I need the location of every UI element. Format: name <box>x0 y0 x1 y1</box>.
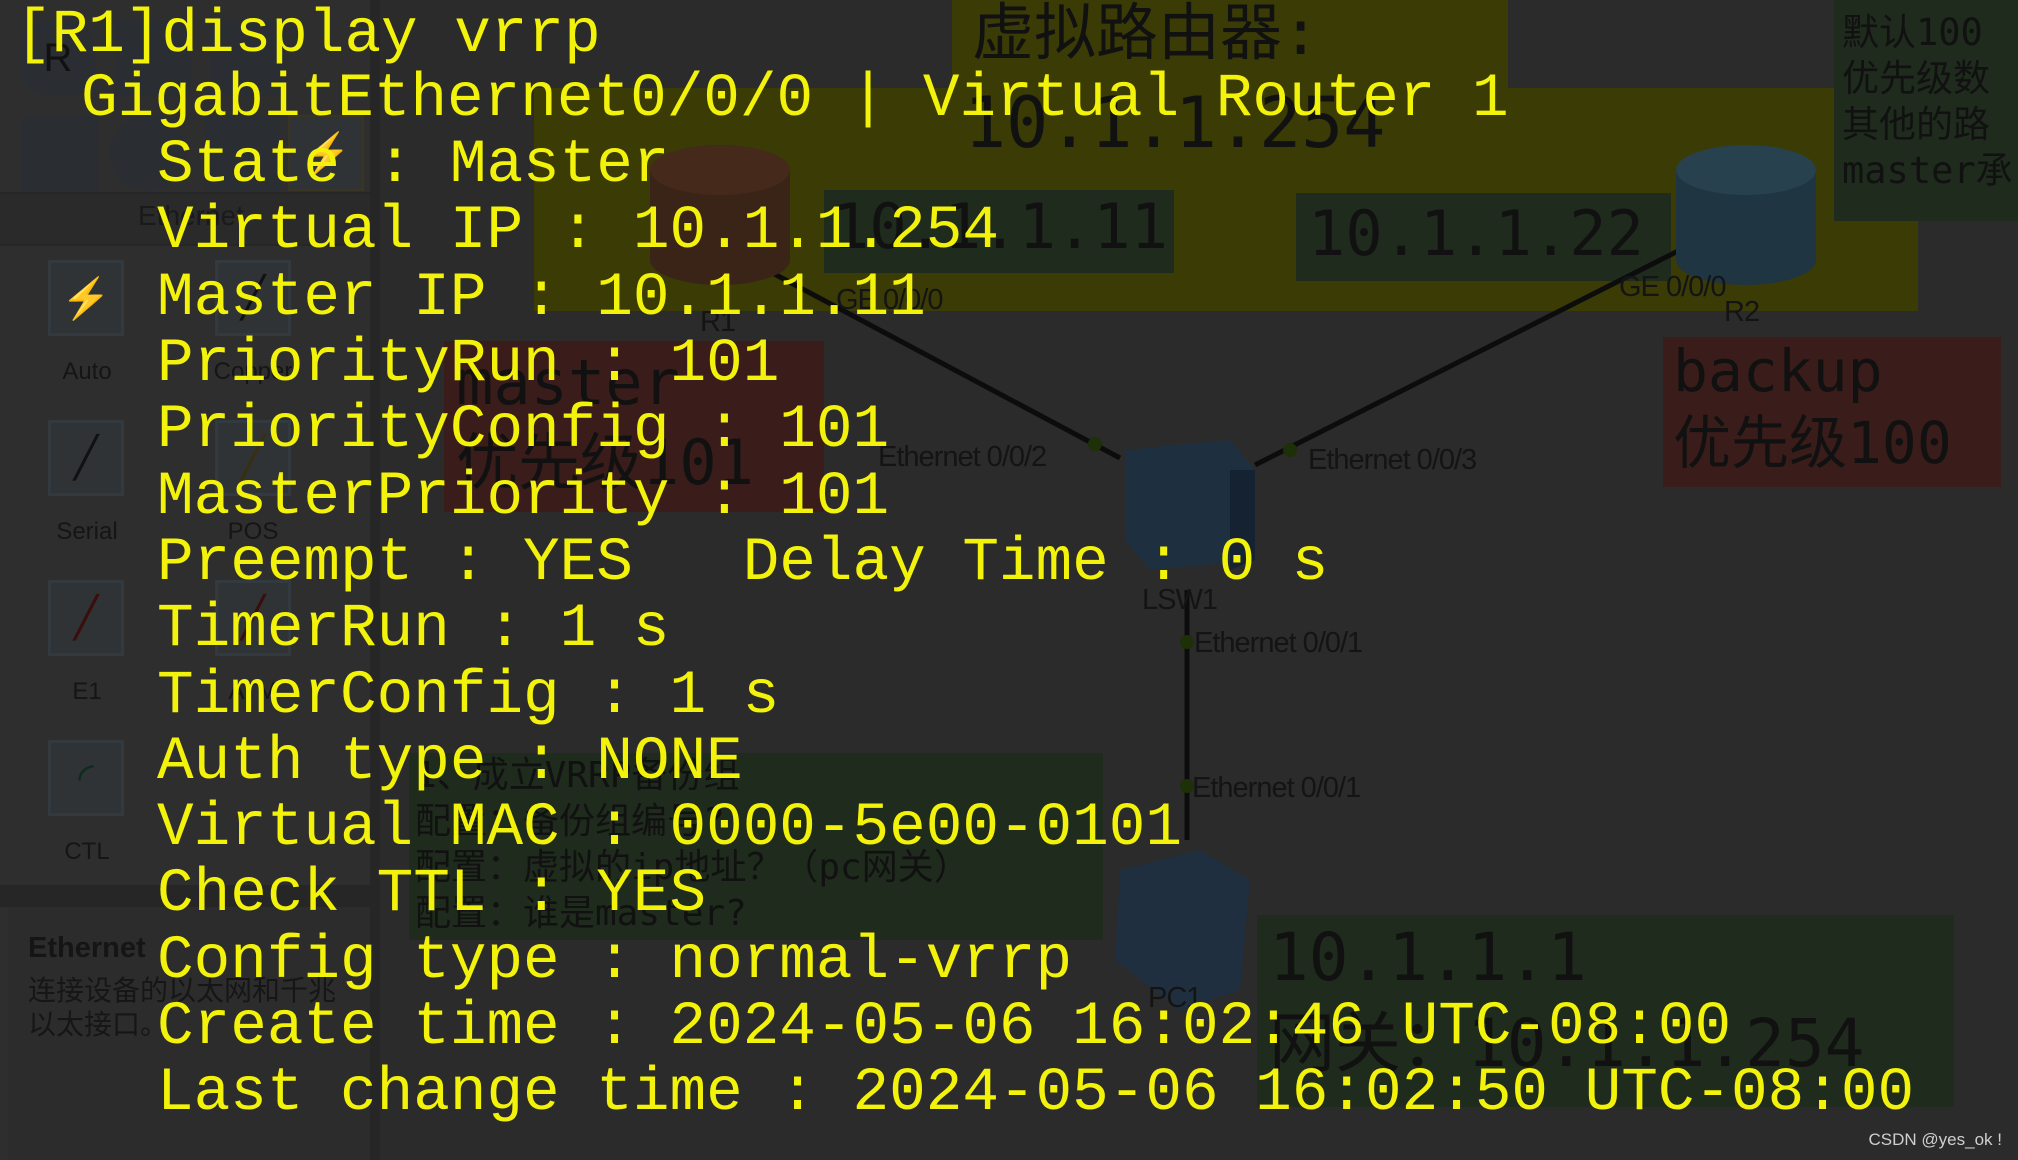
terminal-line-master-ip: Master IP : 10.1.1.11 <box>157 264 926 333</box>
terminal-line-timer-run: TimerRun : 1 s <box>157 595 670 664</box>
terminal-line-last-change-time: Last change time : 2024-05-06 16:02:50 U… <box>157 1059 1915 1128</box>
terminal-line-timer-config: TimerConfig : 1 s <box>157 662 780 731</box>
terminal-line-config-type: Config type : normal-vrrp <box>157 927 1073 996</box>
terminal-output: [R1]display vrrp GigabitEthernet0/0/0 | … <box>0 0 2018 1160</box>
terminal-line-interface: GigabitEthernet0/0/0 | Virtual Router 1 <box>81 65 1509 134</box>
terminal-line-master-priority: MasterPriority : 101 <box>157 463 890 532</box>
terminal-line-virtual-ip: Virtual IP : 10.1.1.254 <box>157 197 999 266</box>
terminal-line-state: State : Master <box>157 131 670 200</box>
terminal-line-auth-type: Auth type : NONE <box>157 728 743 797</box>
watermark: CSDN @yes_ok ! <box>1868 1130 2002 1149</box>
terminal-line-check-ttl: Check TTL : YES <box>157 860 707 929</box>
terminal-line-virtual-mac: Virtual MAC : 0000-5e00-0101 <box>157 794 1182 863</box>
terminal-command-line: [R1]display vrrp <box>15 1 601 70</box>
terminal-line-create-time: Create time : 2024-05-06 16:02:46 UTC-08… <box>157 993 1732 1062</box>
terminal-line-preempt: Preempt : YES Delay Time : 0 s <box>157 529 1329 598</box>
terminal-line-priority-config: PriorityConfig : 101 <box>157 396 890 465</box>
terminal-line-priority-run: PriorityRun : 101 <box>157 330 780 399</box>
